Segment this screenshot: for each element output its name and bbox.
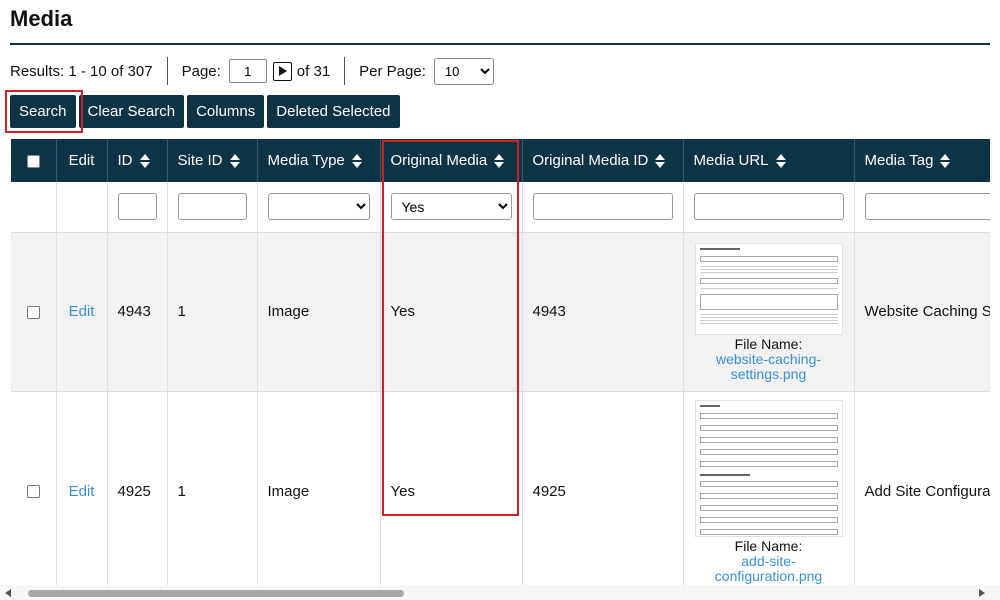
id-cell: 4925: [107, 391, 168, 586]
row-checkbox[interactable]: [26, 485, 40, 499]
filter-cell: [11, 182, 57, 233]
original-media-id-cell: 4925: [522, 391, 684, 586]
scroll-left-icon[interactable]: [5, 589, 11, 597]
file-name-link[interactable]: website-caching-settings.png: [694, 351, 844, 382]
sort-icon[interactable]: [775, 154, 786, 169]
header-row: Edit ID Site ID Media Type Original Medi…: [11, 139, 990, 182]
scrollbar-thumb[interactable]: [28, 590, 404, 597]
original-media-cell: Yes: [380, 391, 523, 586]
sort-icon[interactable]: [351, 154, 362, 169]
media-url-cell: File Name: website-caching-settings.png: [683, 232, 855, 392]
media-type-cell: Image: [257, 232, 381, 392]
media-type-filter-select[interactable]: [267, 193, 370, 221]
sort-icon[interactable]: [139, 154, 150, 169]
edit-cell: Edit: [56, 391, 108, 586]
media-table-container: Edit ID Site ID Media Type Original Medi…: [11, 139, 990, 586]
sort-icon[interactable]: [655, 154, 666, 169]
site-id-cell: 1: [167, 391, 258, 586]
pagination-bar: Results: 1 - 10 of 307 Page: of 31 Per P…: [10, 56, 494, 86]
deleted-selected-button[interactable]: Deleted Selected: [267, 95, 400, 128]
row-select-cell: [11, 391, 57, 586]
media-tag-cell: Website Caching S: [854, 232, 990, 392]
media-url-cell: File Name: add-site-configuration.png: [683, 391, 855, 586]
edit-link[interactable]: Edit: [69, 303, 95, 320]
next-page-icon[interactable]: [272, 61, 292, 81]
media-thumbnail[interactable]: [694, 400, 843, 537]
id-filter-input[interactable]: [117, 193, 157, 221]
page-count: of 31: [296, 62, 331, 80]
filter-cell: [107, 182, 168, 233]
filter-cell: [854, 182, 990, 233]
column-label: Media Tag: [864, 152, 934, 169]
sort-icon[interactable]: [229, 154, 240, 169]
per-page-select[interactable]: 10: [433, 57, 494, 85]
row-checkbox[interactable]: [26, 305, 40, 319]
column-header-edit: Edit: [56, 139, 108, 182]
pager-divider: [166, 57, 168, 85]
site-id-cell: 1: [167, 232, 258, 392]
toolbar: Search Clear Search Columns Deleted Sele…: [10, 95, 400, 128]
media-type-cell: Image: [257, 391, 381, 586]
sort-icon[interactable]: [494, 154, 505, 169]
id-cell: 4943: [107, 232, 168, 392]
horizontal-scrollbar[interactable]: [0, 585, 1000, 600]
sort-icon[interactable]: [940, 154, 951, 169]
column-header-media-tag[interactable]: Media Tag: [854, 139, 990, 182]
per-page-label: Per Page:: [359, 62, 426, 80]
column-header-original-media[interactable]: Original Media: [380, 139, 523, 182]
media-url-filter-input[interactable]: [693, 193, 844, 221]
filter-cell: [167, 182, 258, 233]
table-row: Edit 4925 1 Image Yes 4925 File Name: ad…: [11, 391, 990, 586]
column-header-media-url[interactable]: Media URL: [683, 139, 855, 182]
media-table: Edit ID Site ID Media Type Original Medi…: [11, 139, 990, 586]
column-label: Original Media ID: [532, 152, 649, 169]
column-label: Original Media: [390, 152, 488, 169]
columns-button[interactable]: Columns: [187, 95, 265, 128]
original-media-cell: Yes: [380, 232, 523, 392]
filter-cell: [683, 182, 855, 233]
file-name-label: File Name:: [734, 538, 803, 554]
page-number-input[interactable]: [228, 59, 267, 83]
file-name-label: File Name:: [734, 335, 803, 352]
pager-divider: [344, 57, 346, 85]
column-label: Media URL: [693, 152, 769, 169]
site-id-filter-input[interactable]: [177, 193, 247, 221]
original-media-filter-select[interactable]: Yes: [390, 193, 512, 221]
filter-row: Yes: [11, 182, 990, 233]
file-name-link[interactable]: add-site-configuration.png: [694, 554, 844, 584]
filter-cell: [522, 182, 684, 233]
row-select-cell: [11, 232, 57, 392]
table-row: Edit 4943 1 Image Yes 4943 File Name: we…: [11, 232, 990, 392]
search-button[interactable]: Search: [10, 95, 76, 128]
media-thumbnail[interactable]: [694, 242, 843, 335]
column-header-id[interactable]: ID: [107, 139, 168, 182]
clear-search-button[interactable]: Clear Search: [78, 95, 185, 128]
media-tag-filter-input[interactable]: [864, 193, 990, 221]
page-label: Page:: [181, 62, 221, 80]
media-tag-cell: Add Site Configura: [854, 391, 990, 586]
original-media-id-filter-input[interactable]: [532, 193, 673, 221]
filter-cell: Yes: [380, 182, 523, 233]
column-label: ID: [117, 152, 133, 169]
column-header-media-type[interactable]: Media Type: [257, 139, 381, 182]
title-divider: [10, 43, 990, 45]
column-header-site-id[interactable]: Site ID: [167, 139, 258, 182]
edit-link[interactable]: Edit: [69, 483, 95, 500]
page-title: Media: [10, 6, 73, 31]
select-all-checkbox[interactable]: [26, 154, 40, 168]
original-media-id-cell: 4943: [522, 232, 684, 392]
column-label: Site ID: [177, 152, 223, 169]
results-count: Results: 1 - 10 of 307: [10, 62, 153, 80]
scroll-right-icon[interactable]: [979, 589, 985, 597]
select-all-header: [11, 139, 57, 182]
filter-cell: [56, 182, 108, 233]
column-label: Media Type: [267, 152, 345, 169]
column-header-original-media-id[interactable]: Original Media ID: [522, 139, 684, 182]
edit-cell: Edit: [56, 232, 108, 392]
filter-cell: [257, 182, 381, 233]
